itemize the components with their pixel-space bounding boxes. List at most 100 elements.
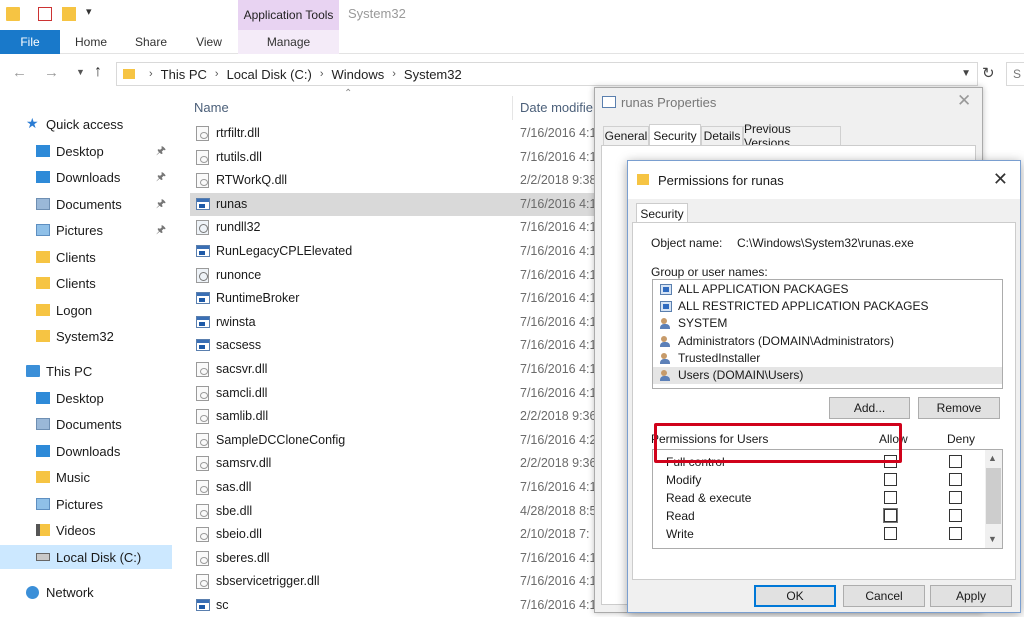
file-row[interactable]: sbeio.dll 2/10/2018 7: [190,523,594,546]
apply-button[interactable]: Apply [930,585,1012,607]
pin-icon[interactable]: 🖈 [156,142,166,161]
file-row[interactable]: RuntimeBroker 7/16/2016 4:1 [190,287,596,310]
file-row[interactable]: rtrfiltr.dll 7/16/2016 4:1 [190,122,596,145]
scrollbar[interactable]: ▲ ▼ [985,450,1002,548]
file-row[interactable]: sacsess 7/16/2016 4:1 [190,334,596,357]
new-folder-icon[interactable] [62,7,76,21]
allow-checkbox[interactable] [884,527,897,540]
refresh-icon[interactable]: ↻ [982,64,995,82]
nav-item-videos[interactable]: Videos [0,518,172,542]
file-row[interactable]: runas 7/16/2016 4:1 [190,192,596,216]
dialog-title-bar[interactable]: Permissions for runas ✕ [628,161,1020,199]
tab-security[interactable]: Security [649,124,701,146]
nav-this-pc[interactable]: This PC [0,359,172,383]
breadcrumb-local-disk[interactable]: Local Disk (C:) [227,67,312,82]
group-user-list[interactable]: ALL APPLICATION PACKAGES ALL RESTRICTED A… [652,279,1003,389]
allow-checkbox[interactable] [884,473,897,486]
file-row[interactable]: sbe.dll 4/28/2018 8:5 [190,500,596,523]
chevron-right-icon[interactable]: › [392,68,396,80]
file-row[interactable]: samsrv.dll 2/2/2018 9:36 [190,452,596,475]
nav-item-logon[interactable]: Logon [0,298,172,322]
remove-button[interactable]: Remove [918,397,1000,419]
nav-item-downloads[interactable]: Downloads [0,439,172,463]
properties-icon[interactable] [38,7,52,21]
nav-item-desktop[interactable]: Desktop 🖈 [0,139,172,163]
deny-checkbox[interactable] [949,455,962,468]
group-list-item[interactable]: Administrators (DOMAIN\Administrators) [653,333,1002,350]
file-row[interactable]: rundll32 7/16/2016 4:1 [190,216,596,239]
nav-item-system32[interactable]: System32 [0,324,172,348]
file-row[interactable]: RTWorkQ.dll 2/2/2018 9:38 [190,169,596,192]
allow-checkbox[interactable] [884,491,897,504]
column-divider[interactable] [512,96,513,120]
context-tab-application-tools[interactable]: Application Tools [238,0,339,30]
nav-item-desktop[interactable]: Desktop [0,386,172,410]
breadcrumb-windows[interactable]: Windows [332,67,385,82]
group-list-item[interactable]: ALL RESTRICTED APPLICATION PACKAGES [653,298,1002,315]
folder-icon[interactable] [6,7,20,21]
pin-icon[interactable]: 🖈 [156,221,166,240]
add-button[interactable]: Add... [829,397,910,419]
deny-checkbox[interactable] [949,509,962,522]
nav-item-downloads[interactable]: Downloads 🖈 [0,165,172,189]
back-arrow-icon[interactable]: ← [12,64,27,81]
breadcrumb-this-pc[interactable]: This PC [161,67,207,82]
ok-button[interactable]: OK [754,585,836,607]
file-row[interactable]: samcli.dll 7/16/2016 4:1 [190,382,596,405]
scroll-down-icon[interactable]: ▼ [988,534,997,544]
close-icon[interactable]: ✕ [993,169,1008,190]
deny-checkbox[interactable] [949,473,962,486]
tab-previous-versions[interactable]: Previous Versions [743,122,841,150]
file-row[interactable]: sas.dll 7/16/2016 4:1 [190,476,596,499]
cancel-button[interactable]: Cancel [843,585,925,607]
nav-item-local-disk[interactable]: Local Disk (C:) [0,545,172,569]
group-list-item[interactable]: Users (DOMAIN\Users) [653,367,1002,384]
file-row[interactable]: sacsvr.dll 7/16/2016 4:1 [190,358,596,381]
file-row[interactable]: samlib.dll 2/2/2018 9:36 [190,405,596,428]
recent-dropdown-icon[interactable]: ▼ [76,67,85,77]
nav-item-pictures[interactable]: Pictures 🖈 [0,218,172,242]
customize-qat-icon[interactable]: ▾ [86,5,92,18]
tab-share[interactable]: Share [126,30,176,54]
group-list-item[interactable]: ALL APPLICATION PACKAGES [653,281,1002,298]
file-row[interactable]: sbservicetrigger.dll 7/16/2016 4:1 [190,570,596,593]
pin-icon[interactable]: 🖈 [156,168,166,187]
nav-item-documents[interactable]: Documents 🖈 [0,192,172,216]
tab-view[interactable]: View [184,30,234,54]
nav-quick-access[interactable]: ★ Quick access [0,112,172,136]
scroll-up-icon[interactable]: ▲ [988,453,997,463]
file-row[interactable]: sberes.dll 7/16/2016 4:1 [190,547,596,570]
address-bar[interactable]: › This PC › Local Disk (C:) › Windows › … [116,62,978,86]
file-row[interactable]: runonce 7/16/2016 4:1 [190,264,596,287]
nav-network[interactable]: Network [0,580,172,604]
nav-item-music[interactable]: Music [0,465,172,489]
file-row[interactable]: RunLegacyCPLElevated 7/16/2016 4:1 [190,240,596,263]
group-list-item[interactable]: TrustedInstaller [653,350,1002,367]
file-row[interactable]: SampleDCCloneConfig 7/16/2016 4:2 [190,429,596,452]
tab-file[interactable]: File [0,30,60,54]
nav-item-pictures[interactable]: Pictures [0,492,172,516]
chevron-down-icon[interactable]: ▼ [961,68,971,79]
file-row[interactable]: sc 7/16/2016 4:18 PM [190,594,626,617]
breadcrumb-system32[interactable]: System32 [404,67,462,82]
forward-arrow-icon[interactable]: → [44,64,59,81]
file-row[interactable]: rwinsta 7/16/2016 4:1 [190,311,596,334]
nav-item-clients[interactable]: Clients [0,245,172,269]
chevron-right-icon[interactable]: › [149,68,153,80]
search-input[interactable]: S [1006,62,1024,86]
deny-checkbox[interactable] [949,491,962,504]
tab-manage[interactable]: Manage [238,30,339,54]
allow-checkbox[interactable] [884,509,897,522]
tab-details[interactable]: Details [701,126,743,146]
scroll-thumb[interactable] [986,468,1001,524]
close-icon[interactable]: ✕ [957,91,971,111]
column-header-name[interactable]: Name [194,100,229,115]
pin-icon[interactable]: 🖈 [156,195,166,214]
column-header-date[interactable]: Date modifie [520,100,593,115]
group-list-item[interactable]: SYSTEM [653,315,1002,332]
nav-item-documents[interactable]: Documents [0,412,172,436]
file-row[interactable]: rtutils.dll 7/16/2016 4:1 [190,146,596,169]
tab-security[interactable]: Security [636,203,688,223]
chevron-right-icon[interactable]: › [215,68,219,80]
deny-checkbox[interactable] [949,527,962,540]
